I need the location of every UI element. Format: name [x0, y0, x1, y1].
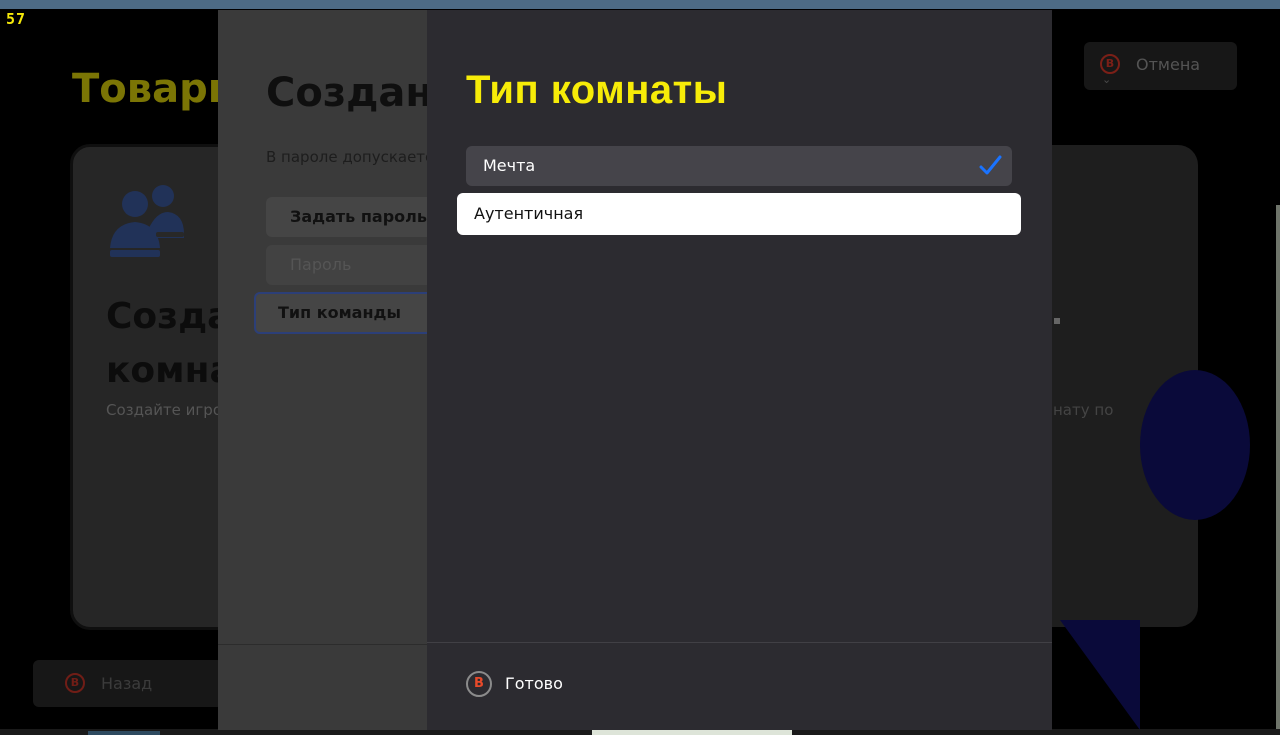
password-field[interactable]: Пароль: [266, 245, 436, 285]
background-back-label: Назад: [101, 674, 153, 693]
background-cancel-button: B ⌄ Отмена: [1084, 42, 1237, 90]
window-edge-strip: [1276, 205, 1280, 735]
background-right-text: нату по: [1053, 401, 1114, 419]
background-card-subtitle: Создайте игро: [106, 401, 223, 419]
background-dot: [1054, 318, 1060, 324]
checkmark-icon: [979, 155, 1002, 175]
team-type-selector[interactable]: Тип команды: [254, 292, 434, 334]
settings-panel-title: Создание: [266, 70, 428, 116]
people-icon: [110, 185, 184, 257]
room-type-dialog: Тип комнаты Мечта Аутентичная B Готово: [427, 10, 1052, 730]
done-button-label[interactable]: Готово: [505, 674, 563, 693]
b-button-badge-icon: B: [1100, 54, 1120, 74]
fps-counter: 57: [6, 10, 27, 28]
option-label: Мечта: [483, 156, 536, 175]
taskbar-segment: [88, 731, 160, 735]
background-decor-triangle: [1060, 620, 1140, 730]
b-button-badge-icon: B: [65, 673, 85, 693]
background-back-button: B Назад: [33, 660, 223, 707]
room-type-option-dream[interactable]: Мечта: [466, 146, 1012, 186]
password-hint-text: В пароле допускается: [266, 148, 428, 166]
divider: [427, 642, 1052, 643]
room-type-option-authentic[interactable]: Аутентичная: [457, 193, 1021, 235]
create-room-settings-panel: Создание В пароле допускается Задать пар…: [218, 10, 436, 730]
background-cancel-label: Отмена: [1136, 55, 1201, 74]
b-button-badge-icon[interactable]: B: [466, 671, 492, 697]
window-titlebar: [0, 0, 1280, 9]
divider: [218, 644, 428, 645]
background-decor-blob: [1140, 370, 1250, 520]
chevron-down-icon: ⌄: [1102, 73, 1112, 86]
dialog-title: Тип комнаты: [466, 68, 728, 112]
set-password-toggle[interactable]: Задать пароль: [266, 197, 436, 237]
background-page-title: Товари: [72, 66, 236, 112]
badge-letter: B: [474, 676, 484, 691]
option-label: Аутентичная: [474, 204, 584, 223]
